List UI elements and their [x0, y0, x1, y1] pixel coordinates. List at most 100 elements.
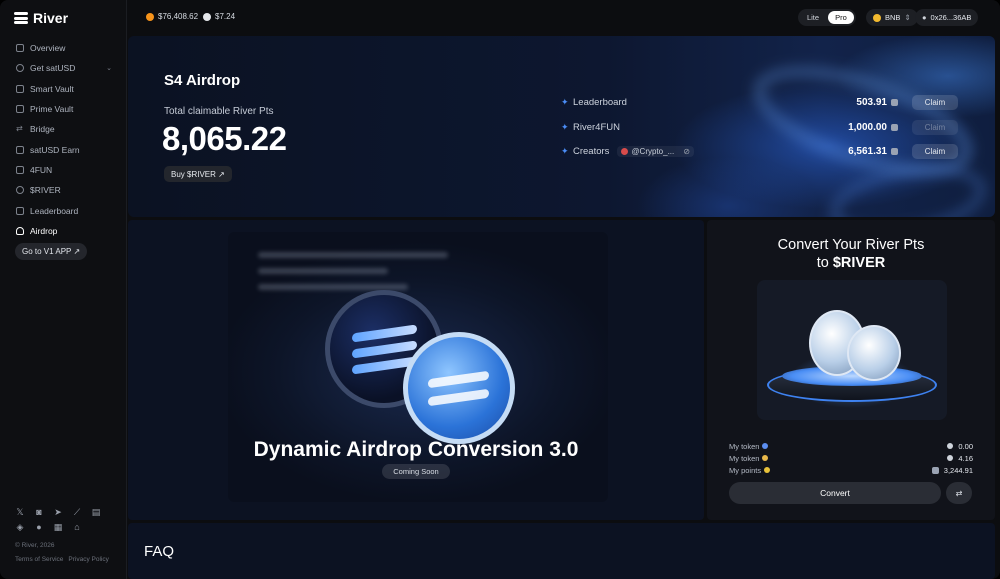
app-window: River Overview Get satUSD ⌄ Smart Vault P… — [0, 0, 1000, 579]
claim-button[interactable]: Claim — [912, 94, 958, 110]
sidebar-item-label: 4FUN — [30, 164, 53, 175]
sidebar-item-label: Get satUSD — [30, 63, 76, 74]
x-icon[interactable]: 𝕏 — [15, 507, 25, 517]
sidebar-item-label: Bridge — [30, 124, 55, 135]
amount-value: 6,561.31 — [848, 145, 887, 157]
river-token-icon — [203, 12, 211, 21]
mirror-icon[interactable]: ⟋ — [72, 507, 82, 517]
social-links-row-2: ◈ ● ▦ ⌂ — [15, 522, 82, 532]
gitbook-icon[interactable]: ◈ — [15, 522, 25, 532]
river-coin-icon — [847, 325, 901, 381]
sidebar-item-label: Prime Vault — [30, 104, 74, 115]
network-selector[interactable]: BNB ⇕ — [866, 9, 918, 26]
terms-link[interactable]: Terms of Service — [15, 556, 63, 563]
coin-wave — [428, 370, 490, 389]
sidebar-item-prime-vault[interactable]: Prime Vault — [8, 99, 120, 119]
footer-links: Terms of Service Privacy Policy — [15, 556, 109, 563]
sidebar-item-get-satusd[interactable]: Get satUSD ⌄ — [8, 58, 120, 78]
sidebar-item-smart-vault[interactable]: Smart Vault — [8, 79, 120, 99]
river-price-value: $7.24 — [215, 12, 236, 21]
github-icon[interactable]: ● — [34, 522, 44, 532]
conversion-promo: Dynamic Airdrop Conversion 3.0 Coming So… — [128, 220, 704, 520]
top-bar: $76,408.62 $7.24 Lite Pro BNB ⇕ ● 0x26..… — [128, 0, 1000, 34]
claim-button[interactable]: Claim — [912, 143, 958, 159]
airdrop-hero: S4 Airdrop Total claimable River Pts 8,0… — [128, 36, 995, 217]
balance-amount: 3,244.91 — [943, 465, 973, 475]
avatar — [621, 147, 629, 155]
sidebar-item-airdrop[interactable]: Airdrop — [8, 221, 120, 241]
balance-value: 0.00 — [947, 442, 973, 451]
sidebar-nav: Overview Get satUSD ⌄ Smart Vault Prime V… — [8, 38, 120, 241]
convert-title: Convert Your River Pts to $RIVER — [707, 236, 995, 272]
handle-text: @Crypto_... — [631, 146, 675, 156]
defillama-icon[interactable]: ▦ — [53, 522, 63, 532]
privacy-link[interactable]: Privacy Policy — [68, 556, 108, 563]
lite-pro-toggle[interactable]: Lite Pro — [798, 9, 856, 26]
sidebar-item-label: Smart Vault — [30, 83, 74, 94]
balance-value: 4.16 — [947, 454, 973, 463]
coin-wave — [428, 388, 490, 407]
docs-icon[interactable]: ▤ — [91, 507, 101, 517]
sidebar-item-bridge[interactable]: ⇄ Bridge — [8, 119, 120, 139]
convert-button[interactable]: Convert — [729, 482, 941, 504]
coin-icon — [16, 64, 24, 73]
points-icon — [891, 123, 898, 131]
river-logo[interactable]: River — [14, 10, 68, 26]
row-label: Leaderboard — [573, 96, 627, 108]
mode-pro[interactable]: Pro — [828, 11, 854, 24]
wallet-button[interactable]: ● 0x26...36AB — [915, 9, 979, 26]
balance-row: My token 4.16 — [729, 452, 973, 464]
convert-panel: Convert Your River Pts to $RIVER My toke… — [707, 220, 995, 520]
convert-illustration — [757, 280, 947, 420]
claimable-total: 8,065.22 — [162, 120, 287, 157]
row-amount: 6,561.31 — [848, 146, 898, 157]
chart-icon — [16, 145, 24, 154]
link-icon: ⊘ — [683, 146, 690, 156]
creator-handle[interactable]: @Crypto_... ⊘ — [617, 145, 694, 157]
balance-value: 3,244.91 — [931, 465, 973, 475]
sparkle-icon: ✦ — [561, 121, 569, 132]
sidebar-item-satusd-earn[interactable]: satUSD Earn — [8, 139, 120, 159]
river-token-icon — [947, 455, 954, 461]
sidebar-item-overview[interactable]: Overview — [8, 38, 120, 58]
sparkle-icon: ✦ — [561, 96, 569, 107]
balance-label: My token — [729, 453, 760, 463]
balance-row: My token 0.00 — [729, 440, 973, 452]
grid-icon — [16, 44, 24, 53]
mode-lite[interactable]: Lite — [800, 11, 826, 24]
telegram-icon[interactable]: ➤ — [53, 507, 63, 517]
points-row-leaderboard: ✦ Leaderboard 503.91 Claim — [561, 93, 958, 111]
points-row-creators: ✦ Creators @Crypto_... ⊘ 6,561.31 Claim — [561, 142, 958, 160]
sidebar-item-leaderboard[interactable]: Leaderboard — [8, 200, 120, 220]
sidebar-item-label: satUSD Earn — [30, 144, 80, 155]
swap-icon[interactable]: ⇄ — [946, 482, 972, 504]
river-token-icon — [947, 443, 954, 449]
row-amount: 1,000.00 — [848, 122, 898, 133]
points-icon — [891, 98, 898, 106]
balance-amount: 0.00 — [958, 441, 973, 451]
convert-title-line2: to $RIVER — [707, 254, 995, 272]
social-links-row-1: 𝕏 ◙ ➤ ⟋ ▤ — [15, 507, 101, 517]
balance-row: My points 3,244.91 — [729, 464, 973, 476]
sidebar: River Overview Get satUSD ⌄ Smart Vault P… — [0, 0, 127, 579]
river-logo-icon — [14, 11, 28, 25]
sidebar-item-river[interactable]: $RIVER — [8, 180, 120, 200]
vault-icon — [16, 105, 24, 114]
row-label: Creators — [573, 145, 610, 157]
bridge-icon: ⇄ — [16, 124, 23, 134]
discord-icon[interactable]: ◙ — [34, 507, 44, 517]
leaderboard-icon — [16, 206, 24, 215]
bank-icon[interactable]: ⌂ — [72, 522, 82, 532]
sidebar-item-label: $RIVER — [30, 185, 61, 196]
claim-button-disabled[interactable]: Claim — [912, 119, 958, 135]
bitcoin-icon — [146, 12, 154, 21]
buy-river-button[interactable]: Buy $RIVER ↗ — [164, 166, 232, 182]
sidebar-item-label: Overview — [30, 43, 66, 54]
coin-wave — [351, 324, 417, 343]
go-to-v1-button[interactable]: Go to V1 APP ↗ — [15, 243, 88, 260]
sidebar-item-4fun[interactable]: 4FUN — [8, 160, 120, 180]
page-title: S4 Airdrop — [164, 72, 241, 89]
copyright: © River, 2026 — [15, 542, 55, 549]
points-row-river4fun: ✦ River4FUN 1,000.00 Claim — [561, 118, 958, 136]
river-price: $7.24 — [203, 12, 235, 21]
